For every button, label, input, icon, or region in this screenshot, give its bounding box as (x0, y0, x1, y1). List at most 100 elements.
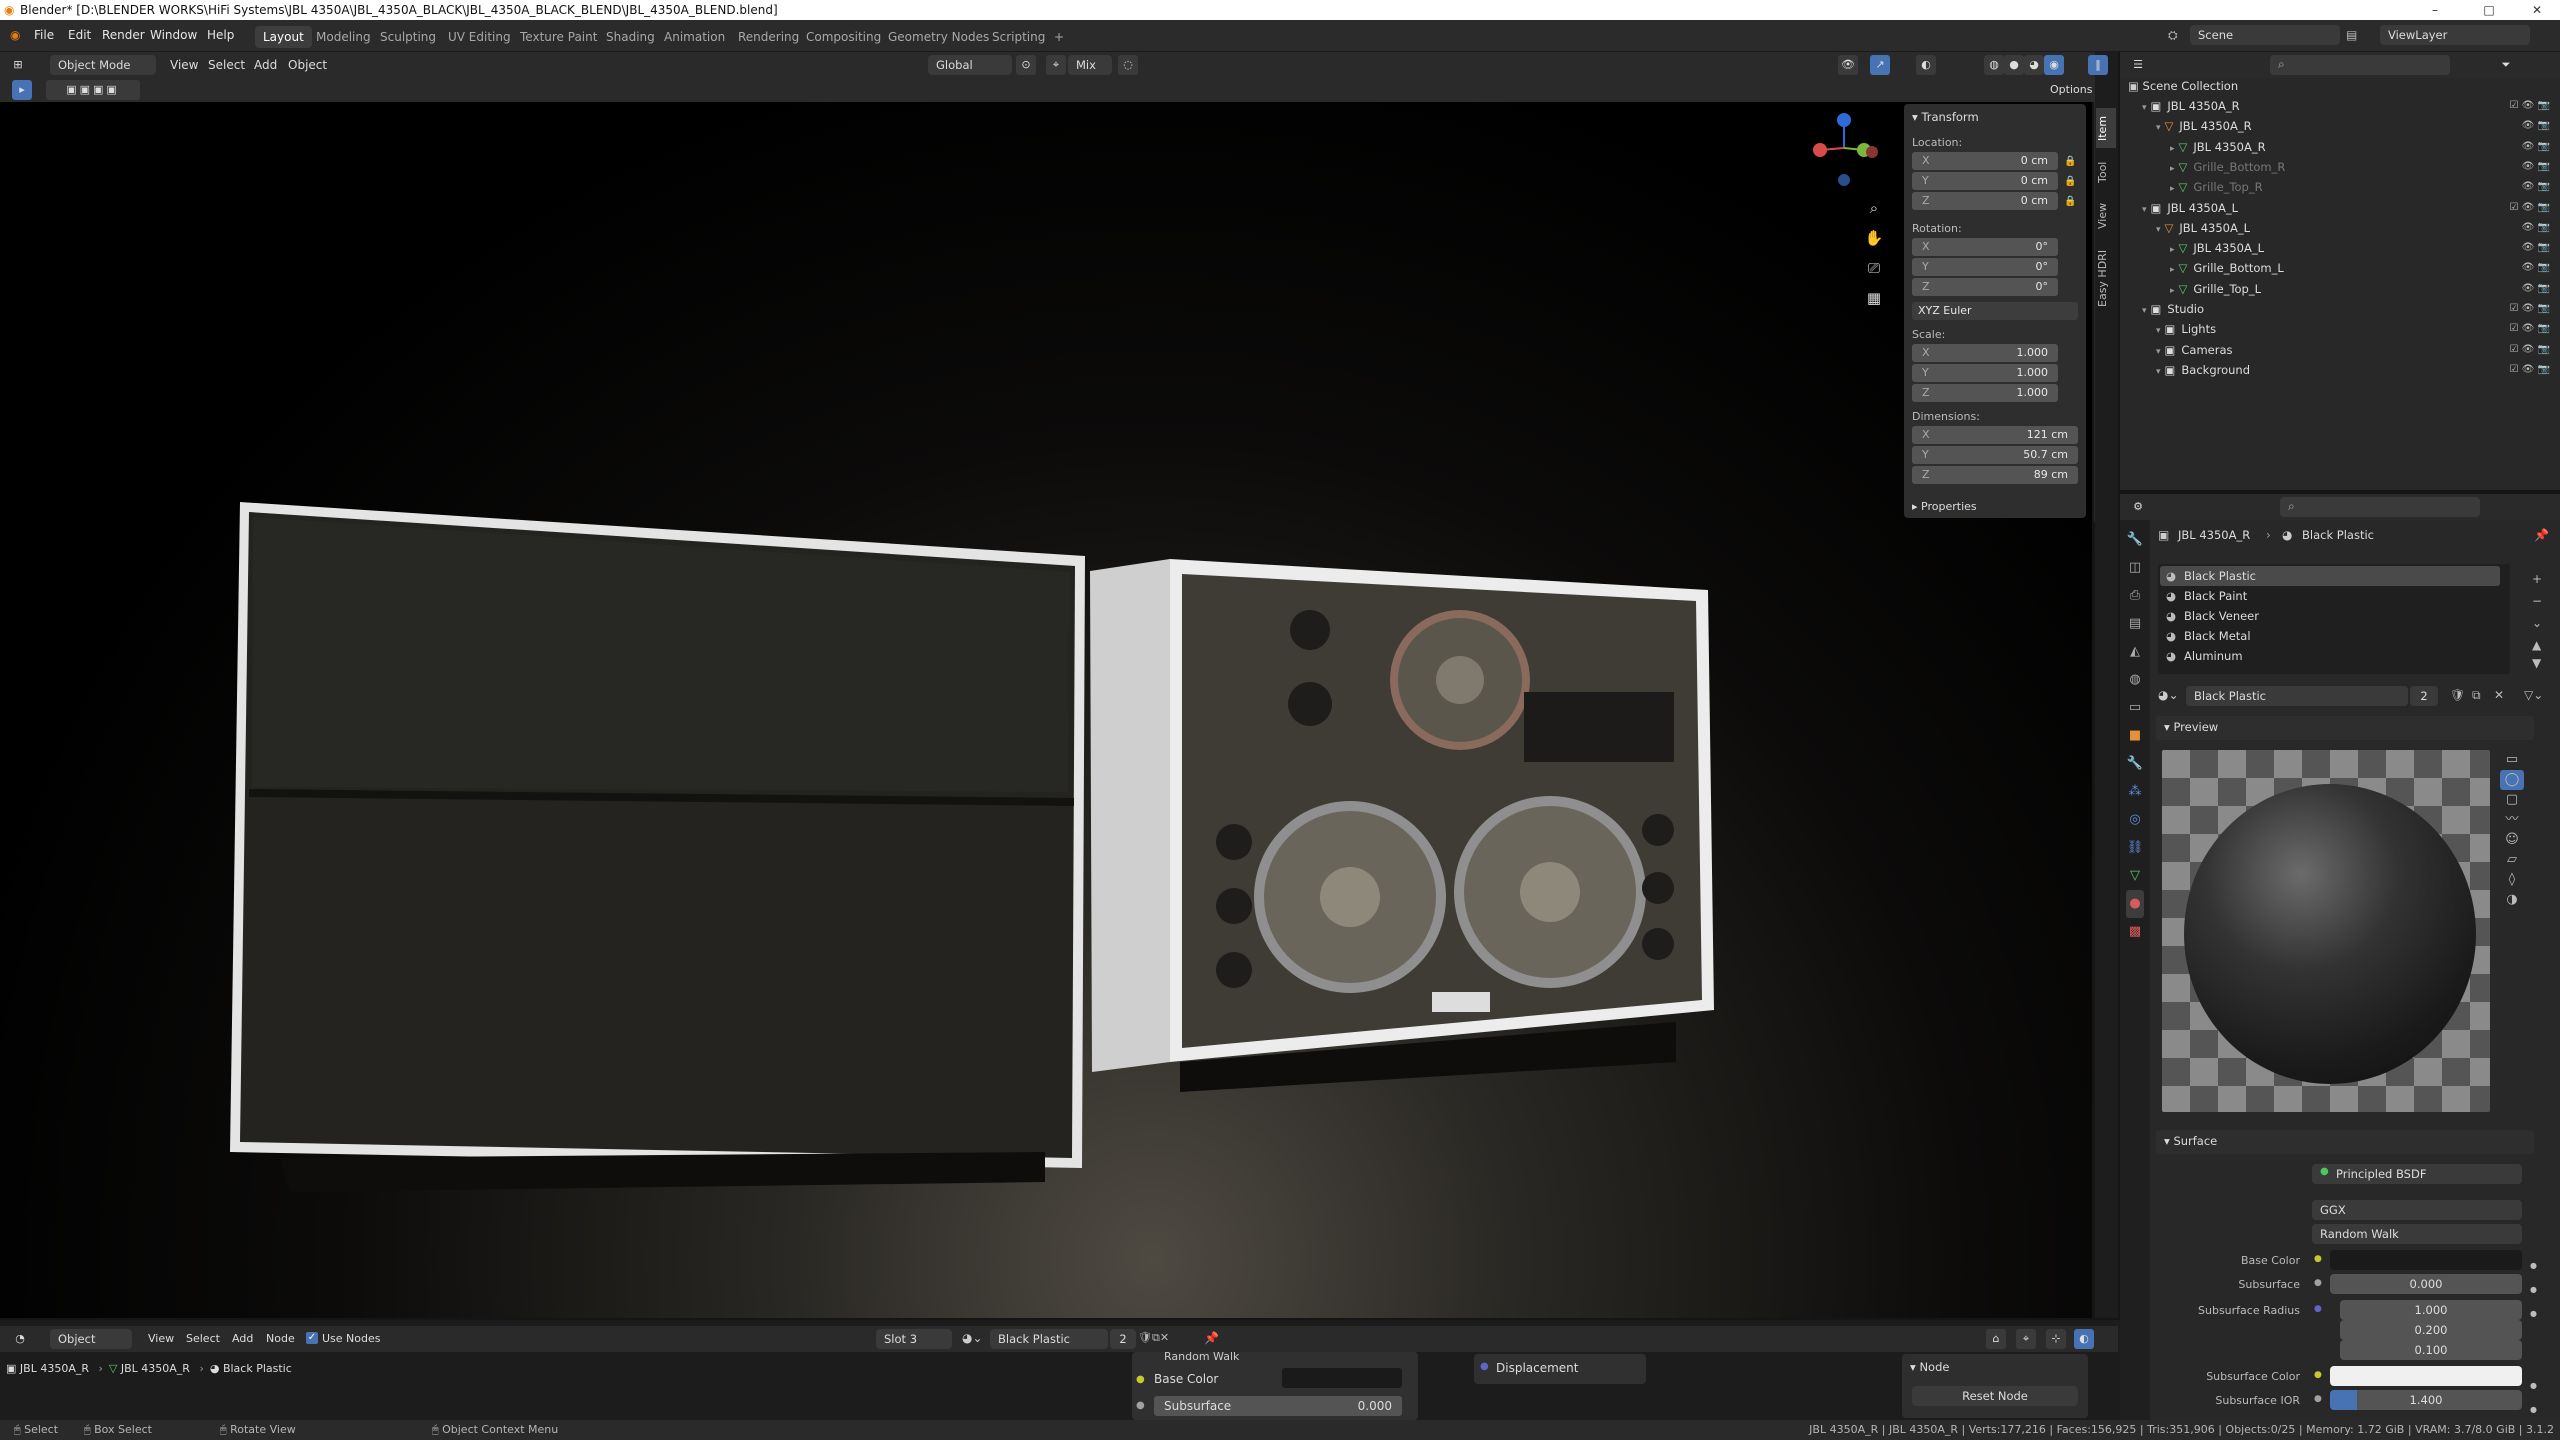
visibility-toggle-icons[interactable]: 👁 📷 (2522, 116, 2550, 136)
menu-help[interactable]: Help (207, 28, 234, 42)
node-material-users[interactable]: 2 (1110, 1329, 1136, 1349)
visibility-toggle-icons[interactable]: 👁 📷 (2522, 218, 2550, 238)
tab-geometry-nodes[interactable]: Geometry Nodes (880, 26, 997, 48)
slot-move-controls[interactable]: ▲ ▼ (2532, 636, 2541, 672)
view-layer-selector[interactable]: ViewLayer (2380, 25, 2530, 45)
physics-tab-icon[interactable]: ◎ (2126, 806, 2144, 834)
properties-subpanel[interactable]: ▸ Properties (1904, 496, 2086, 518)
3d-viewport[interactable]: ⌕ ✋ ⎚ ▦ ▾ Transform Location: X0 cm Y0 c… (0, 102, 2095, 1320)
outliner-row[interactable]: ▾ ▽ JBL 4350A_L 👁 📷 (2120, 218, 2560, 238)
location-lock-icons[interactable]: 🔒 🔒 🔒 (2064, 152, 2076, 212)
expand-arrow-icon[interactable]: ▸ (2170, 265, 2175, 275)
expand-arrow-icon[interactable]: ▾ (2156, 347, 2161, 357)
tab-layout[interactable]: Layout (255, 26, 312, 48)
node-material-actions-icons[interactable]: 🛡⧉✕ (1138, 1331, 1169, 1345)
duplicate-material-icon[interactable]: ⧉ (2472, 688, 2481, 703)
expand-arrow-icon[interactable]: ▸ (2170, 144, 2175, 154)
expand-arrow-icon[interactable]: ▸ (2170, 286, 2175, 296)
material-slot-item[interactable]: ◕ Black Paint (2160, 586, 2500, 606)
visibility-toggle-icons[interactable]: ☑ 👁 📷 (2510, 340, 2550, 360)
transform-panel-title[interactable]: ▾ Transform (1912, 110, 1979, 124)
expand-arrow-icon[interactable]: ▸ (2170, 184, 2175, 194)
solid-shading-icon[interactable]: ● (2004, 55, 2024, 75)
rotation-y-field[interactable]: Y 0° (1912, 258, 2058, 276)
expand-arrow-icon[interactable]: ▾ (2142, 306, 2147, 316)
scene-selector[interactable]: Scene (2190, 25, 2340, 45)
outliner-search-input[interactable] (2270, 55, 2450, 75)
selection-mode-icons[interactable]: ▣▣▣▣ (46, 80, 140, 100)
outliner-row[interactable]: ▾ ▣ JBL 4350A_R ☑ 👁 📷 (2120, 96, 2560, 116)
scene-tab-icon[interactable]: ◭ (2126, 638, 2144, 666)
texture-tab-icon[interactable]: ▩ (2126, 918, 2144, 946)
node-pin-icon[interactable]: 📌 (1204, 1331, 1219, 1345)
menu-window[interactable]: Window (150, 28, 197, 42)
menu-file[interactable]: File (34, 28, 54, 42)
wireframe-shading-icon[interactable]: ◍ (1984, 55, 2004, 75)
pin-icon[interactable]: 📌 (2534, 528, 2549, 542)
tab-animation[interactable]: Animation (656, 26, 733, 48)
snap-target-selector[interactable]: Mix (1068, 55, 1112, 75)
rotation-mode-selector[interactable]: XYZ Euler (1912, 302, 2078, 320)
visibility-toggle-icons[interactable]: 👁 📷 (2522, 238, 2550, 258)
properties-search-input[interactable] (2280, 497, 2480, 517)
expand-arrow-icon[interactable]: ▾ (2156, 326, 2161, 336)
subsurface-radius-x[interactable]: 1.000 (2340, 1300, 2522, 1320)
outliner-row[interactable]: ▸ ▽ JBL 4350A_L 👁 📷 (2120, 238, 2560, 258)
material-shading-icon[interactable]: ◕ (2024, 55, 2044, 75)
node-subsurface-field[interactable]: Subsurface 0.000 (1154, 1396, 1402, 1416)
visibility-toggle-icons[interactable]: 👁 📷 (2522, 157, 2550, 177)
outliner-row[interactable]: ▾ ▣ Cameras ☑ 👁 📷 (2120, 340, 2560, 360)
grid-perspective-icon[interactable]: ▦ (1860, 284, 1888, 312)
view-layer-tab-icon[interactable]: ▤ (2126, 610, 2144, 638)
add-workspace-button[interactable]: + (1046, 26, 1072, 48)
surface-shader-selector[interactable]: Principled BSDF (2312, 1164, 2522, 1184)
output-tab-icon[interactable]: ⎙ (2126, 582, 2144, 610)
base-color-swatch[interactable] (2330, 1250, 2522, 1270)
material-filter-icon[interactable]: ▽⌄ (2524, 688, 2543, 702)
surface-panel-header[interactable]: ▾ Surface (2156, 1130, 2534, 1154)
menu-edit[interactable]: Edit (68, 28, 91, 42)
visibility-toggle-icons[interactable]: ☑ 👁 📷 (2510, 96, 2550, 116)
node-overlay-icon[interactable]: ⌂ (1986, 1329, 2006, 1349)
node-snap-icon[interactable]: ⌖ (2016, 1329, 2036, 1349)
object-tab-icon[interactable]: ■ (2126, 722, 2144, 750)
location-z-field[interactable]: Z0 cm (1912, 192, 2058, 210)
distribution-selector[interactable]: GGX (2312, 1200, 2522, 1220)
maximize-button[interactable]: □ (2466, 0, 2512, 20)
shader-type-selector[interactable]: Object (50, 1329, 132, 1349)
npanel-tab-item[interactable]: Item (2096, 108, 2116, 148)
pivot-icon[interactable]: ⊙ (1016, 55, 1036, 75)
world-tab-icon[interactable]: ◍ (2126, 666, 2144, 694)
scale-z-field[interactable]: Z 1.000 (1912, 384, 2058, 402)
material-slot-item[interactable]: ◕ Aluminum (2160, 646, 2500, 666)
slot-selector[interactable]: Slot 3 (876, 1329, 952, 1349)
subsurface-field[interactable]: 0.000 (2330, 1274, 2522, 1294)
proportional-edit-icon[interactable]: ◌ (1118, 55, 1138, 75)
transform-orientation-selector[interactable]: Global (928, 55, 1012, 75)
tab-sculpting[interactable]: Sculpting (372, 26, 444, 48)
node-menu-add[interactable]: Add (232, 1329, 253, 1349)
properties-subpanel-title[interactable]: ▸ Properties (1912, 500, 1977, 513)
node-material-browse-icon[interactable]: ◕⌄ (962, 1331, 983, 1345)
material-tab-icon[interactable]: ● (2126, 890, 2144, 918)
principled-bsdf-node[interactable]: Random Walk ● Base Color ● Subsurface 0.… (1132, 1350, 1418, 1420)
scale-x-field[interactable]: X 1.000 (1912, 344, 2058, 362)
visibility-toggle-icons[interactable]: ☑ 👁 📷 (2510, 360, 2550, 380)
outliner-row[interactable]: ▸ ▽ Grille_Bottom_R 👁 📷 (2120, 157, 2560, 177)
constraints-tab-icon[interactable]: ⛓ (2126, 834, 2144, 862)
viewport-menu-add[interactable]: Add (254, 55, 277, 75)
material-output-node[interactable]: ● Displacement (1474, 1354, 1646, 1384)
gizmo-toggle-icon[interactable]: ↗ (1870, 55, 1890, 75)
menu-render[interactable]: Render (102, 28, 145, 42)
options-button[interactable]: Options (2050, 80, 2092, 100)
overlay-toggle-icon[interactable]: ◐ (1916, 55, 1936, 75)
outliner-row[interactable]: ▾ ▣ Studio ☑ 👁 📷 (2120, 299, 2560, 319)
subsurface-radius-y[interactable]: 0.200 (2340, 1320, 2522, 1340)
outliner-row[interactable]: ▸ ▽ Grille_Top_L 👁 📷 (2120, 279, 2560, 299)
node-overlay-toggle-icon[interactable]: ◐ (2074, 1329, 2094, 1349)
viewport-menu-object[interactable]: Object (288, 55, 327, 75)
dimensions-z-field[interactable]: Z 89 cm (1912, 466, 2078, 484)
viewport-menu-select[interactable]: Select (208, 55, 245, 75)
zoom-icon[interactable]: ⌕ (1860, 194, 1888, 222)
node-panel-title[interactable]: ▾ Node (1910, 1360, 1949, 1374)
